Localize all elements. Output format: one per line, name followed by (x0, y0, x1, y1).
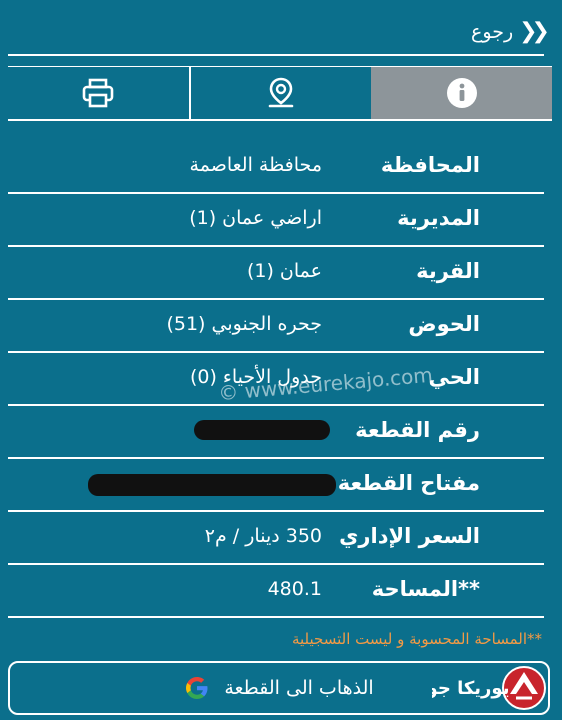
info-icon (446, 78, 477, 108)
detail-row-directorate: المديرية اراضي عمان (1) (8, 194, 544, 247)
row-label: مفتاح القطعة (337, 471, 480, 495)
detail-row-governorate: المحافظة محافظة العاصمة (8, 141, 544, 194)
row-value: جحره الجنوبي (51) (166, 313, 322, 335)
row-label: الحي (428, 365, 480, 389)
detail-row-basin: الحوض جحره الجنوبي (51) (8, 300, 544, 353)
location-pin-icon (268, 77, 294, 108)
detail-row-parcel-number: رقم القطعة (8, 406, 544, 459)
row-label: المديرية (397, 206, 480, 230)
tab-print[interactable] (8, 67, 191, 119)
google-icon (186, 677, 208, 699)
tab-location[interactable] (191, 67, 372, 119)
row-label: **المساحة (371, 577, 480, 601)
eurekajo-logo: يوريكا جو (432, 666, 546, 710)
row-value: 480.1 (267, 578, 322, 600)
row-label: المحافظة (380, 153, 480, 177)
logo-text: يوريكا جو (432, 678, 509, 699)
back-link[interactable]: ❮❮ رجوع (471, 18, 550, 46)
row-value: محافظة العاصمة (189, 154, 322, 176)
detail-row-village: القرية عمان (1) (8, 247, 544, 300)
redacted-value (88, 474, 336, 496)
row-value: عمان (1) (246, 260, 322, 282)
tab-bar (8, 66, 553, 121)
row-value: 350 دينار / م٢ (204, 525, 322, 547)
divider (8, 54, 544, 56)
row-label: القرية (416, 259, 480, 283)
back-label: رجوع (471, 21, 514, 43)
go-to-parcel-label: الذهاب الى القطعة (224, 677, 374, 699)
double-chevron-icon: ❮❮ (519, 19, 550, 44)
row-value: اراضي عمان (1) (189, 207, 322, 229)
area-note: **المساحة المحسوبة و ليست التسجيلية (291, 630, 542, 648)
tab-info[interactable] (371, 67, 553, 119)
redacted-value (194, 420, 330, 440)
detail-row-parcel-key: مفتاح القطعة (8, 459, 544, 512)
top-bar: ❮❮ رجوع (0, 0, 562, 58)
printer-icon (83, 78, 114, 108)
row-label: رقم القطعة (355, 418, 480, 442)
detail-row-area: **المساحة 480.1 (8, 565, 544, 618)
row-label: السعر الإداري (339, 524, 480, 548)
row-label: الحوض (408, 312, 480, 336)
detail-row-admin-price: السعر الإداري 350 دينار / م٢ (8, 512, 544, 565)
